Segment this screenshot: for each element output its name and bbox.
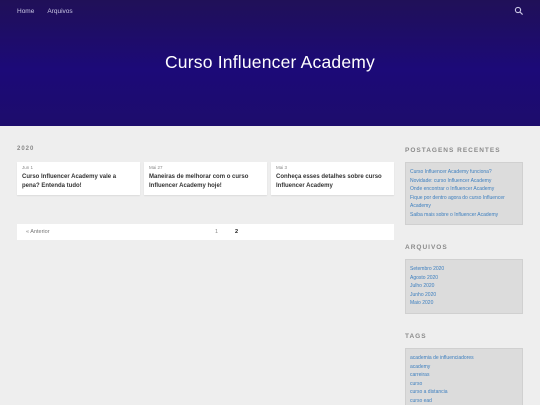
nav-archives-link[interactable]: Arquivos (47, 8, 72, 15)
post-date: Mai 27 (149, 165, 163, 170)
current-page: 2 (235, 229, 239, 235)
archive-link[interactable]: Maio 2020 (410, 299, 518, 308)
tag-link[interactable]: academia de influenciadores (410, 354, 518, 363)
search-icon[interactable] (514, 6, 524, 16)
archives-list: Setembro 2020 Agosto 2020 Julho 2020 Jun… (405, 259, 523, 314)
post-card[interactable]: Jun 1 Curso Influencer Academy vale a pe… (17, 162, 140, 195)
post-date: Jun 1 (22, 165, 34, 170)
post-list: Jun 1 Curso Influencer Academy vale a pe… (17, 162, 394, 195)
tags-heading: TAGS (405, 333, 427, 340)
recent-posts-heading: POSTAGENS RECENTES (405, 147, 501, 154)
archive-link[interactable]: Junho 2020 (410, 291, 518, 300)
tags-widget: TAGS academia de influenciadores academy… (405, 333, 523, 405)
tags-list: academia de influenciadores academy carr… (405, 348, 523, 405)
top-nav: Home Arquivos (17, 8, 73, 15)
year-heading: 2020 (17, 146, 35, 152)
post-title[interactable]: Curso Influencer Academy vale a pena? En… (22, 173, 135, 191)
post-card[interactable]: Mai 27 Maneiras de melhorar com o curso … (144, 162, 267, 195)
site-title: Curso Influencer Academy (164, 52, 376, 72)
hero-banner: Home Arquivos Curso Influencer Academy (0, 0, 540, 126)
post-card[interactable]: Mai 3 Conheça esses detalhes sobre curso… (271, 162, 394, 195)
pagination: « Anterior 1 2 (17, 224, 394, 240)
recent-posts-list: Curso Influencer Academy funciona? Novid… (405, 162, 523, 225)
archive-link[interactable]: Agosto 2020 (410, 274, 518, 283)
tag-link[interactable]: curso ead (410, 397, 518, 405)
recent-post-link[interactable]: Curso Influencer Academy funciona? (410, 168, 518, 177)
post-title[interactable]: Conheça esses detalhes sobre curso Influ… (276, 173, 389, 191)
main-content: 2020 Jun 1 Curso Influencer Academy vale… (17, 146, 394, 240)
post-date: Mai 3 (276, 165, 288, 170)
recent-post-link[interactable]: Novidade: curso Influencer Academy (410, 177, 518, 186)
recent-post-link[interactable]: Saiba mais sobre o Influencer Academy (410, 211, 518, 220)
tag-link[interactable]: curso (410, 380, 518, 389)
recent-post-link[interactable]: Fique por dentro agora do curso Influenc… (410, 194, 518, 211)
archives-heading: ARQUIVOS (405, 244, 448, 251)
tag-link[interactable]: carreiras (410, 371, 518, 380)
recent-posts-widget: POSTAGENS RECENTES Curso Influencer Acad… (405, 147, 523, 225)
tag-link[interactable]: curso a distancia (410, 388, 518, 397)
previous-page-link[interactable]: « Anterior (26, 229, 50, 235)
tag-link[interactable]: academy (410, 363, 518, 372)
archive-link[interactable]: Julho 2020 (410, 282, 518, 291)
post-title[interactable]: Maneiras de melhorar com o curso Influen… (149, 173, 262, 191)
nav-home-link[interactable]: Home (17, 8, 34, 15)
page-1-link[interactable]: 1 (215, 229, 218, 235)
recent-post-link[interactable]: Onde encontrar o Influencer Academy (410, 185, 518, 194)
archives-widget: ARQUIVOS Setembro 2020 Agosto 2020 Julho… (405, 244, 523, 314)
archive-link[interactable]: Setembro 2020 (410, 265, 518, 274)
